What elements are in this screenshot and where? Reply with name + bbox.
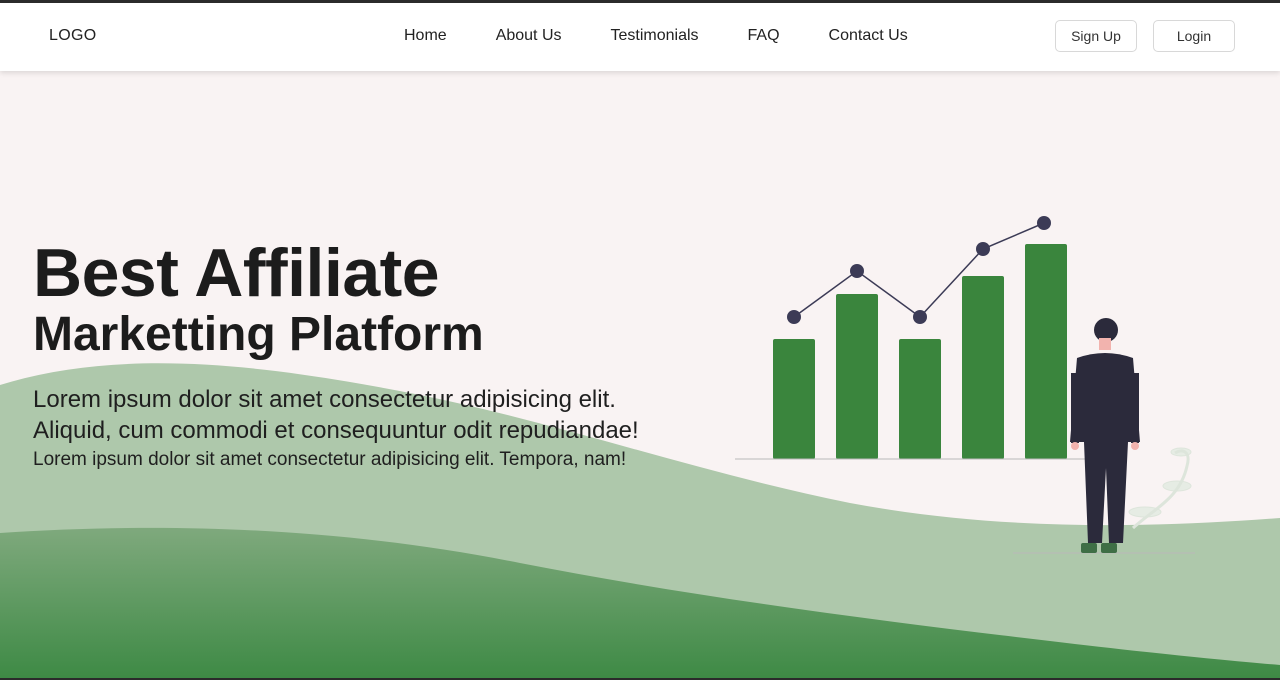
nav-link-contact[interactable]: Contact Us: [829, 27, 908, 45]
nav-link-faq[interactable]: FAQ: [748, 27, 780, 45]
hero-title: Best Affiliate: [33, 235, 440, 311]
trend-point: [913, 310, 927, 324]
trend-point: [787, 310, 801, 324]
nav-links: Home About Us Testimonials FAQ Contact U…: [404, 27, 908, 45]
trend-point: [976, 242, 990, 256]
person-figure: [1070, 318, 1140, 553]
illustration-bar: [1025, 244, 1067, 459]
trend-line: [793, 222, 1045, 318]
trend-point: [1037, 216, 1051, 230]
sign-up-button[interactable]: Sign Up: [1055, 20, 1137, 52]
hero-lead-text: Lorem ipsum dolor sit amet consectetur a…: [33, 386, 639, 444]
auth-buttons: Sign Up Login: [1055, 20, 1235, 52]
logo[interactable]: LOGO: [49, 27, 96, 45]
illustration-bar: [899, 339, 941, 459]
trend-point: [850, 264, 864, 278]
trend-points: [787, 216, 1051, 324]
illustration-bar: [836, 294, 878, 459]
nav-link-testimonials[interactable]: Testimonials: [611, 27, 699, 45]
nav-link-home[interactable]: Home: [404, 27, 447, 45]
login-button[interactable]: Login: [1153, 20, 1235, 52]
growth-chart-illustration: [735, 216, 1195, 554]
illustration-bars: [773, 244, 1067, 459]
plant-decoration: [1128, 447, 1192, 530]
nav-link-about[interactable]: About Us: [496, 27, 562, 45]
hero-body-text: Lorem ipsum dolor sit amet consectetur a…: [33, 449, 627, 470]
illustration-bar: [773, 339, 815, 459]
hero-section: Best Affiliate Marketting Platform Lorem…: [33, 235, 693, 472]
hero-subtitle: Marketting Platform: [33, 308, 484, 361]
illustration-bar: [962, 276, 1004, 459]
landing-page: LOGO Home About Us Testimonials FAQ Cont…: [0, 3, 1280, 678]
top-navbar: LOGO Home About Us Testimonials FAQ Cont…: [0, 3, 1280, 71]
